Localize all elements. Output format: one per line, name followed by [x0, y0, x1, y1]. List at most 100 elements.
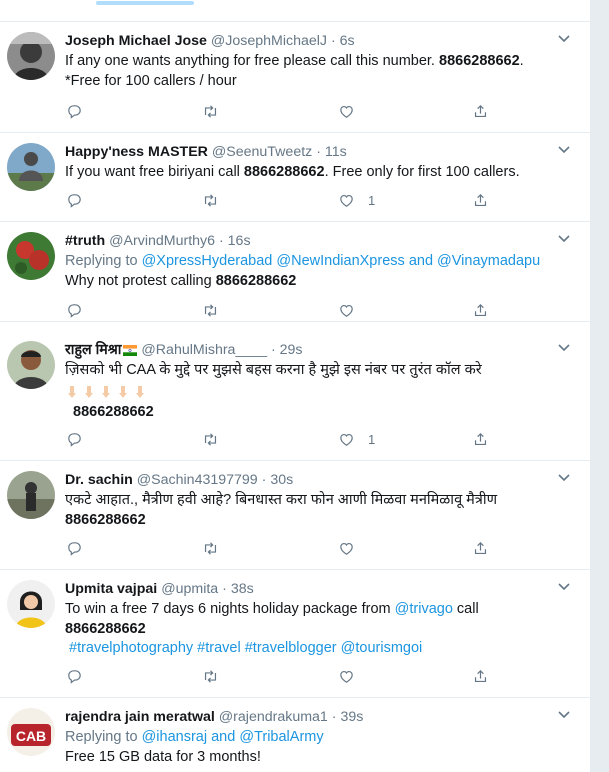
- tweet[interactable]: CAB rajendra jain meratwal @rajendrakuma…: [0, 698, 590, 772]
- like-icon: [340, 433, 353, 446]
- display-name[interactable]: राहुल मिश्रा: [65, 342, 121, 358]
- display-name[interactable]: rajendra jain meratwal: [65, 709, 215, 725]
- share-icon: [474, 303, 487, 316]
- chevron-down-icon[interactable]: [556, 230, 572, 246]
- tweet[interactable]: Upmita vajpai @upmita · 38s To win a fre…: [0, 570, 590, 698]
- avatar[interactable]: [7, 580, 55, 628]
- tweet-text: ज़िसको भी CAA के मुद्दे पर मुझसे बहस करन…: [65, 362, 482, 420]
- username[interactable]: @rajendrakuma1: [219, 709, 328, 725]
- replying-to: Replying to: [65, 253, 138, 269]
- pointing-down-icon: [102, 385, 110, 398]
- username[interactable]: @Sachin43197799: [137, 472, 258, 488]
- username[interactable]: @RahulMishra____: [141, 342, 267, 358]
- reply-icon: [68, 432, 81, 447]
- tweet-actions: 1: [66, 429, 506, 449]
- share-button[interactable]: [472, 538, 489, 558]
- timestamp[interactable]: 39s: [340, 709, 363, 725]
- avatar[interactable]: [7, 471, 55, 519]
- share-button[interactable]: [472, 429, 489, 449]
- india-flag-icon: [123, 345, 138, 356]
- pointing-down-icon: [85, 385, 93, 398]
- username[interactable]: @upmita: [161, 581, 218, 597]
- tweet[interactable]: Dr. sachin @Sachin43197799 · 30s एकटे आह…: [0, 461, 590, 570]
- share-icon: [474, 432, 487, 445]
- mention-link[interactable]: @trivago: [395, 601, 453, 617]
- like-button[interactable]: 1: [338, 429, 375, 449]
- like-button[interactable]: [338, 666, 368, 686]
- and-link[interactable]: and: [211, 729, 235, 745]
- retweet-button[interactable]: [202, 101, 219, 121]
- chevron-down-icon[interactable]: [556, 706, 572, 722]
- tweet[interactable]: Happy'ness MASTER @SeenuTweetz · 11s If …: [0, 133, 590, 222]
- avatar[interactable]: [7, 32, 55, 80]
- separator-dot: ·: [222, 581, 227, 597]
- avatar[interactable]: CAB: [7, 708, 55, 756]
- like-icon: [340, 105, 353, 118]
- mention-link[interactable]: @TribalArmy: [239, 729, 323, 745]
- share-button[interactable]: [472, 300, 489, 320]
- reply-button[interactable]: [66, 666, 83, 686]
- reply-icon: [68, 104, 81, 119]
- share-button[interactable]: [472, 101, 489, 121]
- like-button[interactable]: [338, 300, 368, 320]
- chevron-down-icon[interactable]: [556, 339, 572, 355]
- chevron-down-icon[interactable]: [556, 141, 572, 157]
- mention-link[interactable]: @Vinaymadapu: [437, 253, 540, 269]
- tweet[interactable]: Joseph Michael Jose @JosephMichaelJ · 6s…: [0, 22, 590, 133]
- like-button[interactable]: [338, 538, 368, 558]
- reply-button[interactable]: [66, 101, 83, 121]
- like-button[interactable]: 1: [338, 190, 375, 210]
- tweet-header: #truth @ArvindMurthy6 · 16s: [65, 232, 251, 250]
- username[interactable]: @SeenuTweetz: [212, 144, 312, 160]
- hashtag-links[interactable]: #travelphotography #travel #travelblogge…: [69, 640, 422, 656]
- avatar[interactable]: [7, 341, 55, 389]
- reply-button[interactable]: [66, 300, 83, 320]
- retweet-button[interactable]: [202, 429, 219, 449]
- timestamp[interactable]: 30s: [270, 472, 293, 488]
- retweet-button[interactable]: [202, 300, 219, 320]
- and-others-link[interactable]: and: [409, 253, 433, 269]
- mention-link[interactable]: @XpressHyderabad: [142, 253, 273, 269]
- timeline: Joseph Michael Jose @JosephMichaelJ · 6s…: [0, 0, 591, 772]
- chevron-down-icon[interactable]: [556, 30, 572, 46]
- timestamp[interactable]: 16s: [228, 233, 251, 249]
- avatar[interactable]: [7, 232, 55, 280]
- display-name[interactable]: #truth: [65, 233, 105, 249]
- retweet-button[interactable]: [202, 538, 219, 558]
- phone-number: 8866288662: [215, 272, 297, 289]
- pointing-down-icon: [119, 385, 127, 398]
- like-icon: [340, 670, 353, 683]
- display-name[interactable]: Dr. sachin: [65, 472, 133, 488]
- reply-button[interactable]: [66, 429, 83, 449]
- mention-link[interactable]: @NewIndianXpress: [276, 253, 404, 269]
- tweet[interactable]: राहुल मिश्रा @RahulMishra____ · 29s ज़िस…: [0, 331, 590, 461]
- retweet-button[interactable]: [202, 190, 219, 210]
- timestamp[interactable]: 6s: [340, 33, 355, 49]
- chevron-down-icon[interactable]: [556, 469, 572, 485]
- share-button[interactable]: [472, 666, 489, 686]
- tweet-header: Dr. sachin @Sachin43197799 · 30s: [65, 471, 293, 489]
- like-button[interactable]: [338, 101, 368, 121]
- display-name[interactable]: Happy'ness MASTER: [65, 144, 208, 160]
- share-button[interactable]: [472, 190, 489, 210]
- display-name[interactable]: Joseph Michael Jose: [65, 33, 207, 49]
- retweet-icon: [204, 432, 217, 446]
- tweet[interactable]: #truth @ArvindMurthy6 · 16s Replying to …: [0, 222, 590, 322]
- phone-number: 8866288662: [73, 404, 154, 420]
- retweet-button[interactable]: [202, 666, 219, 686]
- timestamp[interactable]: 38s: [231, 581, 254, 597]
- reply-button[interactable]: [66, 190, 83, 210]
- reply-button[interactable]: [66, 538, 83, 558]
- display-name[interactable]: Upmita vajpai: [65, 581, 157, 597]
- chevron-down-icon[interactable]: [556, 578, 572, 594]
- timestamp[interactable]: 11s: [325, 144, 347, 160]
- pointing-down-emojis: [65, 384, 150, 404]
- mention-link[interactable]: @ihansraj: [142, 729, 208, 745]
- retweet-icon: [204, 541, 217, 555]
- replying-to: Replying to: [65, 729, 138, 745]
- username[interactable]: @JosephMichaelJ: [211, 33, 327, 49]
- tweet-text: Replying to @ihansraj and @TribalArmy Fr…: [65, 729, 324, 765]
- avatar[interactable]: [7, 143, 55, 191]
- username[interactable]: @ArvindMurthy6: [109, 233, 215, 249]
- timestamp[interactable]: 29s: [280, 342, 303, 358]
